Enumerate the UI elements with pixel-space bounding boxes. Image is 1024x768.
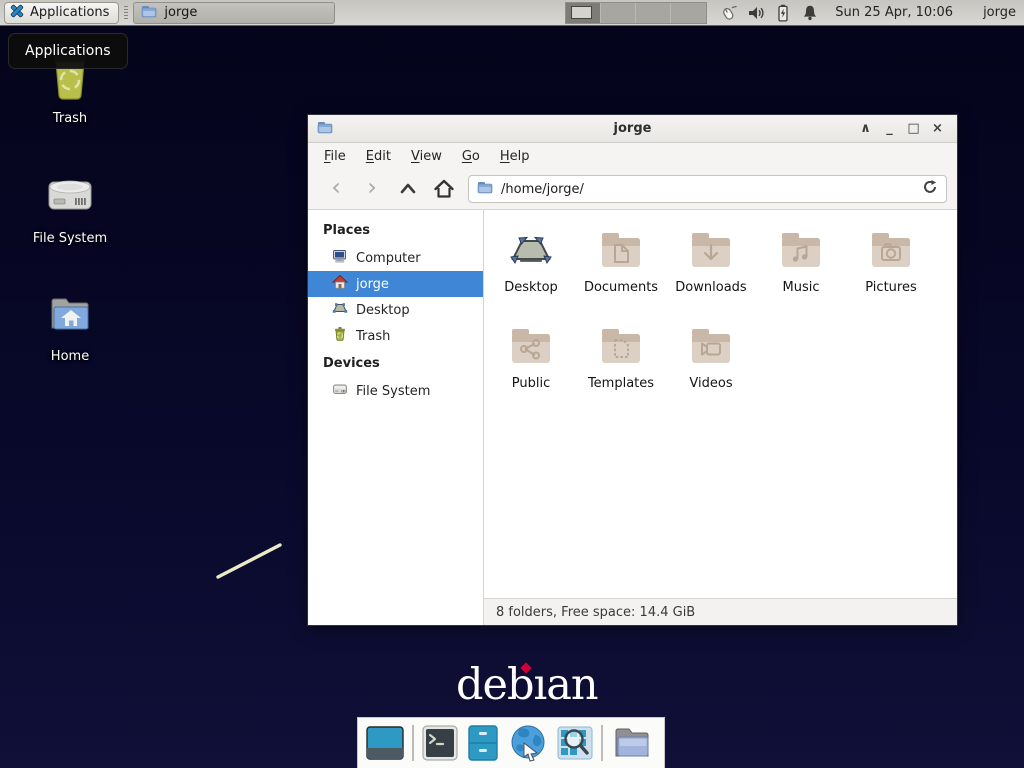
volume-icon[interactable]	[747, 4, 765, 22]
workspace-1[interactable]	[566, 3, 601, 23]
sidebar-header-devices: Devices	[308, 349, 483, 378]
path-folder-icon	[477, 179, 493, 199]
home-folder-icon	[45, 290, 95, 344]
path-input[interactable]: /home/jorge/	[501, 182, 914, 197]
application-finder-icon[interactable]	[556, 724, 594, 762]
window-folder-icon	[317, 119, 333, 139]
applications-label: Applications	[30, 5, 109, 20]
workspace-4[interactable]	[671, 3, 706, 23]
folder-item-desktop[interactable]: Desktop	[486, 226, 576, 322]
menu-file[interactable]: File	[314, 145, 356, 168]
back-icon: ‹	[331, 175, 341, 199]
close-button[interactable]: ×	[927, 119, 948, 139]
desktop-pad-icon	[507, 226, 555, 274]
sidebar-item-filesystem[interactable]: File System	[308, 378, 483, 404]
panel-separator-handle[interactable]	[124, 6, 128, 19]
sidebar: Places Computer	[308, 210, 484, 625]
folder-item-music[interactable]: Music	[756, 226, 846, 322]
folder-item-templates[interactable]: Templates	[576, 322, 666, 418]
file-manager-window: jorge ∧ _ □ × File Edit View Go Help ‹ ›	[308, 115, 957, 625]
location-bar[interactable]: /home/jorge/	[468, 175, 947, 203]
menu-view[interactable]: View	[401, 145, 452, 168]
up-icon	[398, 179, 418, 199]
file-manager-icon[interactable]	[610, 724, 652, 762]
desktop-icon-label: File System	[33, 231, 107, 246]
desktop-icon-label: Home	[51, 349, 89, 364]
folder-item-downloads[interactable]: Downloads	[666, 226, 756, 322]
trash-small-icon	[332, 326, 348, 346]
reload-icon	[922, 179, 938, 195]
shade-button[interactable]: ∧	[855, 119, 876, 139]
show-desktop-icon[interactable]	[365, 724, 405, 762]
dock-panel	[357, 717, 665, 768]
sidebar-item-trash[interactable]: Trash	[308, 323, 483, 349]
sidebar-item-jorge[interactable]: jorge	[308, 271, 483, 297]
window-titlebar[interactable]: jorge ∧ _ □ ×	[308, 115, 957, 143]
top-panel: Applications jorge	[0, 0, 1024, 26]
workspace-window-thumb	[571, 6, 592, 19]
back-button[interactable]: ‹	[318, 174, 354, 204]
drive-small-icon	[332, 381, 348, 401]
desktop-icon-home[interactable]: Home	[28, 290, 112, 364]
desktop-stray-line	[210, 538, 290, 586]
minimize-button[interactable]: _	[879, 119, 900, 139]
terminal-icon[interactable]	[421, 724, 459, 762]
templates-folder-icon	[597, 322, 645, 370]
sidebar-item-desktop[interactable]: Desktop	[308, 297, 483, 323]
battery-icon[interactable]	[774, 4, 792, 22]
home-button[interactable]	[426, 174, 462, 204]
folder-item-public[interactable]: Public	[486, 322, 576, 418]
notifications-bell-icon[interactable]	[801, 4, 819, 22]
hard-drive-icon	[44, 170, 96, 226]
mouse-settings-icon[interactable]	[719, 4, 738, 22]
desktop-icon-label: Trash	[53, 111, 87, 126]
dock-separator	[601, 725, 603, 761]
forward-button[interactable]: ›	[354, 174, 390, 204]
folder-item-documents[interactable]: Documents	[576, 226, 666, 322]
videos-folder-icon	[687, 322, 735, 370]
menu-help[interactable]: Help	[490, 145, 540, 168]
taskbar-button-jorge[interactable]: jorge	[133, 2, 335, 24]
public-folder-icon	[507, 322, 555, 370]
system-tray	[719, 4, 819, 22]
taskbar-button-label: jorge	[164, 5, 197, 20]
statusbar: 8 folders, Free space: 14.4 GiB	[484, 598, 957, 625]
file-grid: Desktop Documents	[484, 210, 957, 598]
folder-item-videos[interactable]: Videos	[666, 322, 756, 418]
workspace-2[interactable]	[601, 3, 636, 23]
applications-tooltip: Applications	[8, 33, 128, 69]
debian-logo: debıan	[456, 660, 598, 710]
xfce-applications-icon	[9, 3, 25, 23]
workspace-3[interactable]	[636, 3, 671, 23]
house-icon	[332, 274, 348, 294]
file-cabinet-icon[interactable]	[466, 724, 500, 762]
toolbar: ‹ › /home/jorge/	[308, 169, 957, 210]
menu-go[interactable]: Go	[452, 145, 490, 168]
pictures-folder-icon	[867, 226, 915, 274]
user-actions-button[interactable]: jorge	[983, 5, 1016, 20]
folder-icon	[141, 3, 157, 23]
web-browser-icon[interactable]	[507, 723, 549, 763]
up-button[interactable]	[390, 174, 426, 204]
home-icon	[433, 178, 455, 200]
workspace-switcher[interactable]	[565, 2, 707, 24]
maximize-button[interactable]: □	[903, 119, 924, 139]
menu-edit[interactable]: Edit	[356, 145, 401, 168]
sidebar-item-computer[interactable]: Computer	[308, 245, 483, 271]
reload-button[interactable]	[922, 179, 938, 199]
music-folder-icon	[777, 226, 825, 274]
clock[interactable]: Sun 25 Apr, 10:06	[835, 5, 953, 20]
desktop-icon	[332, 300, 348, 320]
downloads-folder-icon	[687, 226, 735, 274]
desktop-icon-filesystem[interactable]: File System	[28, 170, 112, 246]
menubar: File Edit View Go Help	[308, 143, 957, 169]
folder-item-pictures[interactable]: Pictures	[846, 226, 936, 322]
sidebar-header-places: Places	[308, 216, 483, 245]
computer-icon	[332, 248, 348, 268]
forward-icon: ›	[367, 175, 377, 199]
applications-menu-button[interactable]: Applications	[4, 2, 119, 24]
documents-folder-icon	[597, 226, 645, 274]
dock-separator	[412, 725, 414, 761]
